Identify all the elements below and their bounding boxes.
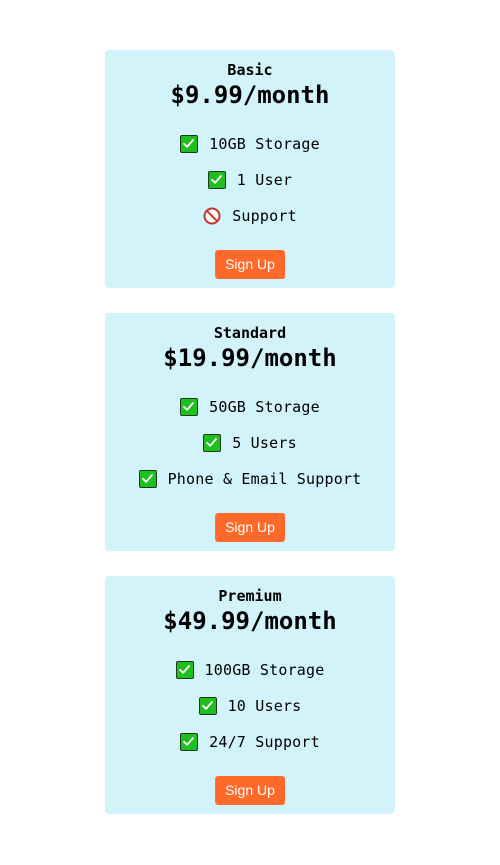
feature-text: 50GB Storage — [209, 398, 320, 416]
sign-up-button[interactable]: Sign Up — [215, 776, 285, 805]
check-icon — [180, 398, 199, 416]
feature-item: 24/7 Support — [105, 730, 395, 766]
check-icon — [180, 733, 199, 751]
check-icon — [138, 470, 157, 488]
pricing-card-standard: Standard $19.99/month 50GB Storage 5 Use… — [105, 313, 395, 551]
pricing-card-premium: Premium $49.99/month 100GB Storage 10 Us… — [105, 576, 395, 814]
feature-item: 100GB Storage — [105, 658, 395, 694]
feature-item: Support — [105, 204, 395, 240]
pricing-cards: Basic $9.99/month 10GB Storage 1 User Su… — [105, 50, 395, 839]
plan-name: Basic — [227, 61, 273, 79]
no-entry-icon — [203, 207, 221, 225]
feature-item: 50GB Storage — [105, 395, 395, 431]
feature-item: 1 User — [105, 168, 395, 204]
plan-price: $9.99/month — [170, 81, 330, 109]
check-icon — [203, 434, 222, 452]
check-icon — [175, 661, 194, 679]
feature-item: 5 Users — [105, 431, 395, 467]
feature-list: 100GB Storage 10 Users 24/7 Support — [105, 658, 395, 766]
pricing-card-basic: Basic $9.99/month 10GB Storage 1 User Su… — [105, 50, 395, 288]
feature-item: 10 Users — [105, 694, 395, 730]
feature-item: Phone & Email Support — [105, 467, 395, 503]
feature-list: 10GB Storage 1 User Support — [105, 132, 395, 240]
plan-name: Standard — [213, 324, 287, 342]
feature-text: 10 Users — [227, 697, 302, 715]
feature-text: 10GB Storage — [209, 135, 320, 153]
feature-text: Phone & Email Support — [167, 470, 362, 488]
plan-name: Premium — [218, 587, 282, 605]
feature-list: 50GB Storage 5 Users Phone & Email Suppo… — [105, 395, 395, 503]
feature-text: 1 User — [236, 171, 293, 189]
check-icon — [180, 135, 199, 153]
plan-price: $19.99/month — [163, 344, 337, 372]
check-icon — [198, 697, 217, 715]
check-icon — [207, 171, 226, 189]
feature-text: 24/7 Support — [209, 733, 320, 751]
plan-price: $49.99/month — [163, 607, 337, 635]
sign-up-button[interactable]: Sign Up — [215, 250, 285, 279]
feature-item: 10GB Storage — [105, 132, 395, 168]
feature-text: 100GB Storage — [204, 661, 325, 679]
feature-text: Support — [232, 207, 297, 225]
sign-up-button[interactable]: Sign Up — [215, 513, 285, 542]
feature-text: 5 Users — [232, 434, 297, 452]
